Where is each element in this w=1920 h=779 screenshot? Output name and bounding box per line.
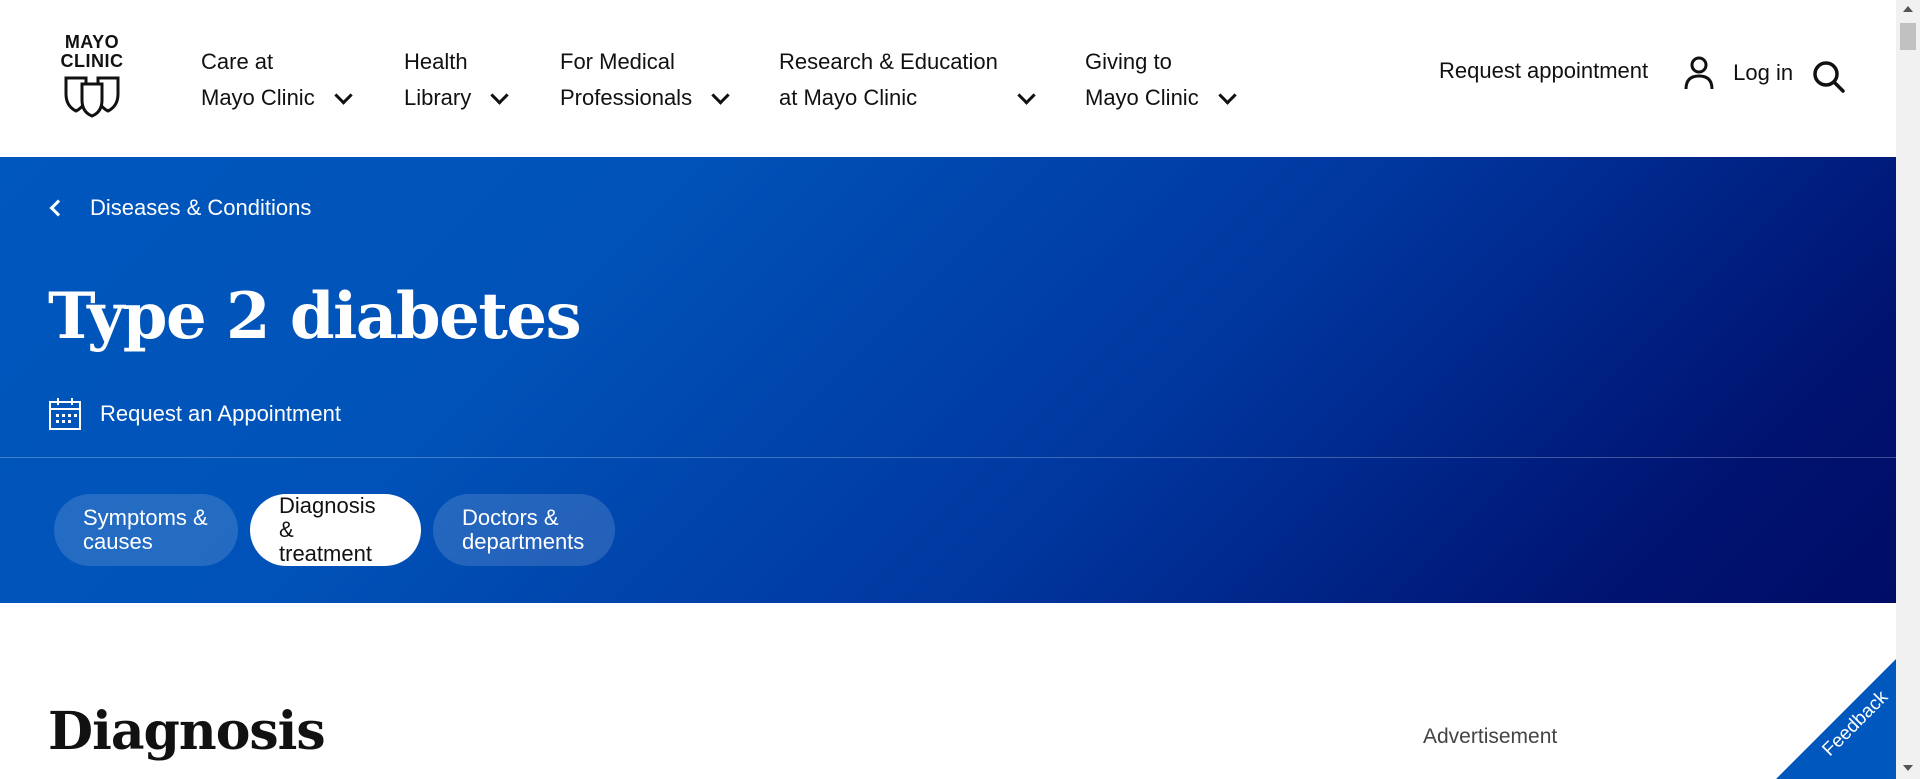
chevron-down-icon [711, 85, 730, 105]
calendar-icon [49, 398, 81, 430]
hero-banner: Diseases & Conditions Type 2 diabetes Re… [0, 157, 1896, 603]
nav-health-library[interactable]: Health Library [404, 44, 509, 116]
shields-icon [64, 76, 120, 118]
logo-wordmark: MAYO CLINIC [60, 32, 124, 71]
chevron-down-icon [490, 85, 509, 105]
chevron-down-icon [1017, 85, 1036, 105]
scroll-up-arrow-icon[interactable] [1903, 6, 1913, 12]
user-icon [1684, 56, 1714, 90]
nav-research-education[interactable]: Research & Education at Mayo Clinic [779, 44, 1039, 116]
tab-symptoms-causes[interactable]: Symptoms & causes [54, 494, 238, 566]
nav-care-at-mayo-clinic[interactable]: Care at Mayo Clinic [201, 44, 353, 116]
scrollbar-thumb[interactable] [1900, 23, 1916, 50]
section-heading-diagnosis: Diagnosis [48, 701, 326, 762]
request-appointment-button[interactable]: Request an Appointment [48, 397, 341, 431]
chevron-down-icon [1218, 85, 1237, 105]
mayo-clinic-logo[interactable]: MAYO CLINIC [54, 33, 130, 118]
search-button[interactable] [1812, 60, 1846, 100]
nav-giving-to-mayo-clinic[interactable]: Giving to Mayo Clinic [1085, 44, 1237, 116]
vertical-scrollbar[interactable] [1896, 0, 1920, 779]
site-header: MAYO CLINIC Care at Mayo Clinic Health L… [0, 0, 1896, 157]
tab-doctors-departments[interactable]: Doctors & departments [433, 494, 615, 566]
chevron-left-icon [49, 199, 67, 217]
page-title: Type 2 diabetes [48, 279, 582, 354]
login-button[interactable]: Log in [1683, 56, 1793, 90]
nav-for-medical-professionals[interactable]: For Medical Professionals [560, 44, 730, 116]
chevron-down-icon [334, 85, 353, 105]
search-icon [1813, 61, 1845, 93]
hero-divider [0, 457, 1896, 458]
tab-diagnosis-treatment[interactable]: Diagnosis & treatment [250, 494, 421, 566]
feedback-tab[interactable]: Feedback [1776, 659, 1896, 779]
scroll-down-arrow-icon[interactable] [1903, 765, 1913, 771]
advertisement-label: Advertisement [1423, 725, 1558, 748]
request-appointment-link[interactable]: Request appointment [1439, 58, 1648, 84]
feedback-corner [1776, 659, 1896, 779]
breadcrumb-diseases-conditions[interactable]: Diseases & Conditions [49, 195, 311, 221]
